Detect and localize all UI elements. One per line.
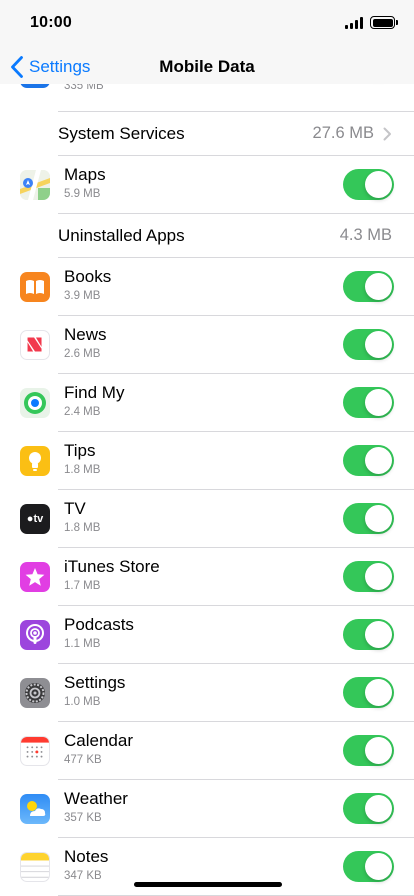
list-item-tv: ●tv TV 1.8 MB (0, 490, 414, 548)
toggle-news[interactable] (343, 329, 394, 360)
notes-icon (20, 852, 50, 882)
list-item-news: News 2.6 MB (0, 316, 414, 374)
cellular-signal-icon (345, 17, 365, 29)
app-name: Maps (64, 165, 106, 184)
system-services-label: System Services (58, 124, 185, 143)
list-item-find-my: Find My 2.4 MB (0, 374, 414, 432)
list-item-books: Books 3.9 MB (0, 258, 414, 316)
app-size: 5.9 MB (64, 188, 101, 200)
app-size: 1.7 MB (64, 580, 101, 592)
app-size: 3.9 MB (64, 290, 101, 302)
uninstalled-apps-value: 4.3 MB (339, 226, 392, 244)
app-size: 347 KB (64, 870, 102, 882)
list-item-partial: 335 MB (0, 84, 414, 112)
itunes-star-icon (20, 562, 50, 592)
list-item-tips: Tips 1.8 MB (0, 432, 414, 490)
app-size: 2.6 MB (64, 348, 101, 360)
app-name: Tips (64, 441, 96, 460)
list-item-calendar: Calendar 477 KB (0, 722, 414, 780)
list-item-maps: Maps 5.9 MB (0, 156, 414, 214)
app-name: Books (64, 267, 112, 286)
app-name: Weather (64, 789, 128, 808)
back-button-label: Settings (29, 57, 91, 76)
system-services-value: 27.6 MB (312, 124, 374, 142)
chevron-left-icon (11, 56, 23, 78)
tv-icon-glyph: ●tv (26, 513, 44, 525)
maps-icon (20, 170, 50, 200)
calendar-icon (20, 736, 50, 766)
app-store-icon (20, 84, 50, 88)
list-item-settings: Settings 1.0 MB (0, 664, 414, 722)
toggle-itunes-store[interactable] (343, 561, 394, 592)
app-list: 335 MB System Services 27.6 MB Maps 5.9 … (0, 84, 414, 896)
status-time: 10:00 (30, 14, 72, 31)
tv-icon: ●tv (20, 504, 50, 534)
books-icon (20, 272, 50, 302)
list-item-weather: Weather 357 KB (0, 780, 414, 838)
battery-icon (370, 16, 398, 29)
system-services-row[interactable]: System Services 27.6 MB (0, 112, 414, 156)
app-size: 1.0 MB (64, 696, 101, 708)
home-indicator[interactable] (134, 882, 282, 887)
toggle-calendar[interactable] (343, 735, 394, 766)
app-name: Calendar (64, 731, 133, 750)
app-name: Podcasts (64, 615, 134, 634)
app-size: 1.1 MB (64, 638, 101, 650)
uninstalled-apps-row: Uninstalled Apps 4.3 MB (0, 214, 414, 258)
chevron-right-icon (383, 127, 391, 141)
app-size: 335 MB (64, 84, 104, 92)
app-size: 1.8 MB (64, 522, 101, 534)
app-name: News (64, 325, 107, 344)
toggle-maps[interactable] (343, 169, 394, 200)
uninstalled-apps-label: Uninstalled Apps (58, 226, 185, 245)
list-item-notes: Notes 347 KB (0, 838, 414, 896)
gear-icon (20, 678, 50, 708)
toggle-notes[interactable] (343, 851, 394, 882)
toggle-books[interactable] (343, 271, 394, 302)
toggle-tips[interactable] (343, 445, 394, 476)
find-my-icon (20, 388, 50, 418)
navigation-bar: Settings Mobile Data (0, 50, 414, 84)
tips-icon (20, 446, 50, 476)
app-size: 2.4 MB (64, 406, 101, 418)
app-list-scroll[interactable]: 335 MB System Services 27.6 MB Maps 5.9 … (0, 84, 414, 896)
app-name: TV (64, 499, 86, 518)
list-item-podcasts: Podcasts 1.1 MB (0, 606, 414, 664)
news-icon (20, 330, 50, 360)
podcasts-icon (20, 620, 50, 650)
toggle-podcasts[interactable] (343, 619, 394, 650)
app-size: 477 KB (64, 754, 102, 766)
list-item-itunes-store: iTunes Store 1.7 MB (0, 548, 414, 606)
toggle-find-my[interactable] (343, 387, 394, 418)
app-name: Settings (64, 673, 126, 692)
app-name: Notes (64, 847, 109, 866)
app-size: 1.8 MB (64, 464, 101, 476)
app-name: Find My (64, 383, 125, 402)
weather-icon (20, 794, 50, 824)
back-button[interactable]: Settings (10, 54, 90, 80)
app-size: 357 KB (64, 812, 102, 824)
toggle-settings[interactable] (343, 677, 394, 708)
status-bar: 10:00 (0, 0, 414, 50)
toggle-tv[interactable] (343, 503, 394, 534)
toggle-weather[interactable] (343, 793, 394, 824)
app-name: iTunes Store (64, 557, 160, 576)
